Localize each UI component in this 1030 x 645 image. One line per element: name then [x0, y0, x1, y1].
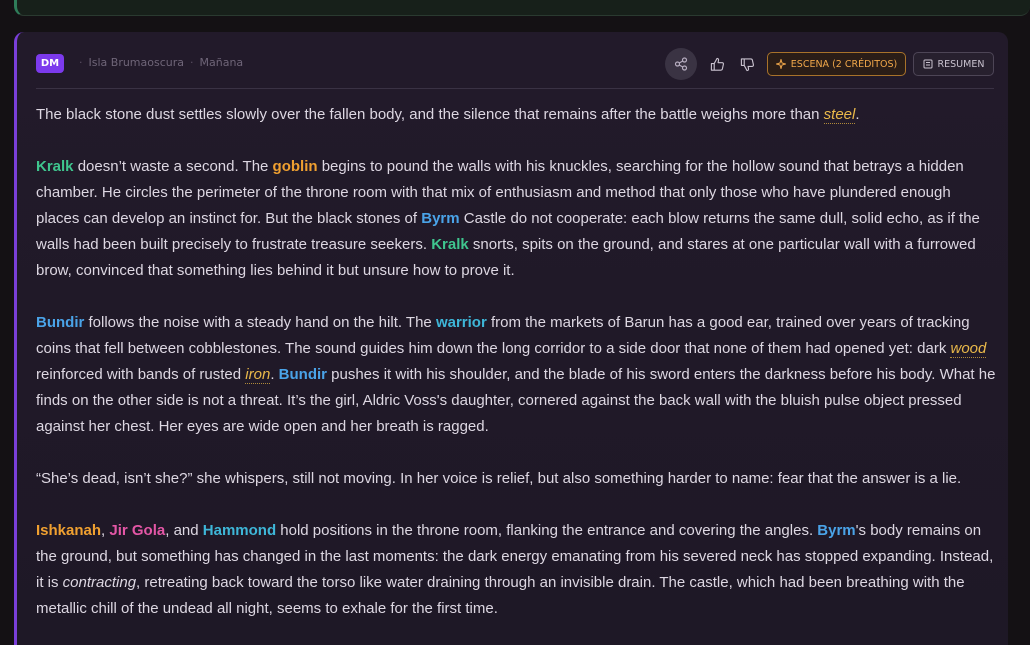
text-span: doesn’t waste a second. The: [73, 158, 273, 175]
story-text: The black stone dust settles slowly over…: [36, 102, 998, 645]
text-span: .: [270, 366, 279, 383]
previous-message-card: [14, 0, 1030, 16]
location-label: Isla Brumaoscura: [88, 56, 185, 69]
escena-label: ESCENA (2 CRÉDITOS): [790, 58, 898, 70]
thumbs-down-icon: [740, 57, 754, 71]
thumbs-down-button[interactable]: [737, 54, 757, 74]
thumbs-up-icon: [710, 57, 724, 71]
text-span: reinforced with bands of rusted: [36, 366, 246, 383]
time-label: Mañana: [199, 56, 244, 69]
resumen-label: RESUMEN: [937, 58, 985, 70]
share-icon: [674, 57, 688, 71]
character-mention[interactable]: Bundir: [279, 366, 327, 383]
story-paragraph: “She’s dead, isn’t she?” she whispers, s…: [36, 466, 998, 492]
text-span: follows the noise with a steady hand on …: [84, 314, 436, 331]
summary-icon: [923, 59, 933, 69]
text-span: .: [855, 106, 860, 123]
meta-dot: ·: [79, 56, 83, 69]
character-mention[interactable]: Bundir: [36, 314, 84, 331]
class-mention[interactable]: warrior: [436, 314, 487, 331]
thumbs-up-button[interactable]: [707, 54, 727, 74]
dm-badge: DM: [36, 54, 64, 73]
share-button[interactable]: [665, 48, 697, 80]
text-span: , retreating back toward the torso like …: [36, 574, 965, 617]
meta-dot: ·: [190, 56, 194, 69]
character-mention[interactable]: Kralk: [36, 158, 74, 175]
story-paragraph: The black stone dust settles slowly over…: [36, 102, 998, 128]
item-mention[interactable]: wood: [950, 340, 987, 358]
character-mention[interactable]: Hammond: [203, 522, 276, 539]
dm-message-card: DM · Isla Brumaoscura · Mañana ESCENA (2…: [14, 32, 1008, 645]
emphasis-text: contracting: [62, 574, 137, 591]
header-divider: [36, 88, 994, 89]
place-mention[interactable]: Byrm: [421, 210, 459, 227]
resumen-button[interactable]: RESUMEN: [913, 52, 994, 76]
character-mention[interactable]: Byrm: [817, 522, 855, 539]
item-mention[interactable]: steel: [823, 106, 856, 124]
item-mention[interactable]: iron: [245, 366, 271, 384]
text-span: , and: [165, 522, 203, 539]
message-header: DM · Isla Brumaoscura · Mañana ESCENA (2…: [17, 32, 1011, 88]
text-span: The black stone dust settles slowly over…: [36, 106, 824, 123]
message-meta: · Isla Brumaoscura · Mañana: [73, 56, 243, 69]
story-paragraph: Kralk doesn’t waste a second. The goblin…: [36, 154, 998, 284]
character-mention[interactable]: Kralk: [431, 236, 469, 253]
story-paragraph: Bundir follows the noise with a steady h…: [36, 310, 998, 440]
text-span: “She’s dead, isn’t she?” she whispers, s…: [36, 470, 962, 487]
character-mention[interactable]: Jir Gola: [109, 522, 165, 539]
story-paragraph: Ishkanah, Jir Gola, and Hammond hold pos…: [36, 518, 998, 622]
character-mention[interactable]: Ishkanah: [36, 522, 101, 539]
escena-button[interactable]: ESCENA (2 CRÉDITOS): [767, 52, 906, 76]
sparkle-icon: [775, 59, 786, 69]
text-span: hold positions in the throne room, flank…: [276, 522, 818, 539]
class-mention[interactable]: goblin: [273, 158, 318, 175]
